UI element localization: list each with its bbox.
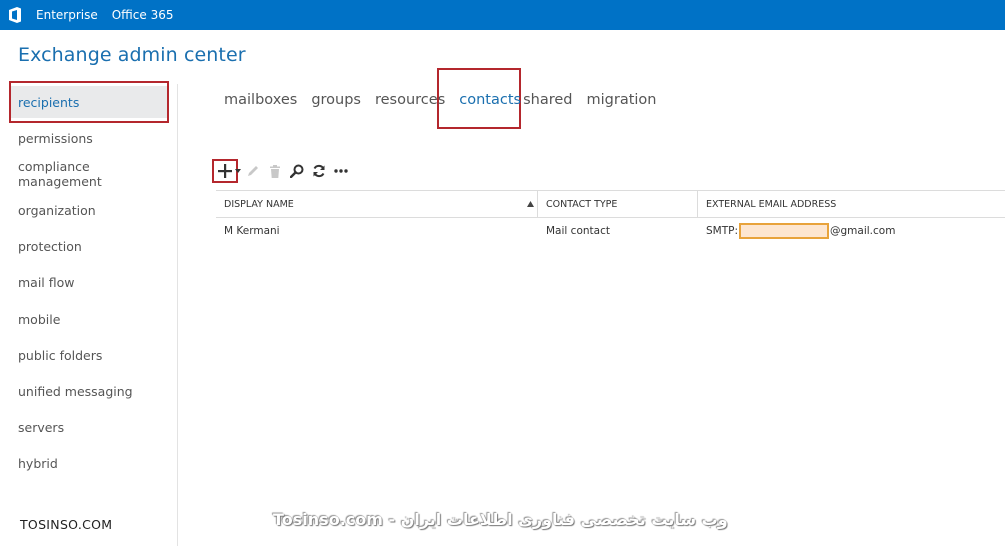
- add-icon: [218, 164, 232, 178]
- sidebar-item-mail-flow[interactable]: mail flow: [10, 266, 168, 298]
- column-display-name-label: DISPLAY NAME: [224, 198, 294, 210]
- tab-groups[interactable]: groups: [311, 92, 361, 112]
- email-prefix: SMTP:: [706, 225, 739, 237]
- column-display-name[interactable]: DISPLAY NAME: [216, 191, 538, 217]
- sidebar-item-protection[interactable]: protection: [10, 230, 168, 262]
- sidebar-item-unified-messaging[interactable]: unified messaging: [10, 375, 168, 407]
- search-icon: [290, 164, 304, 178]
- search-button[interactable]: [286, 160, 308, 182]
- watermark-left: TOSINSO.COM: [20, 517, 113, 532]
- add-dropdown-button[interactable]: [234, 160, 242, 182]
- tab-resources[interactable]: resources: [375, 92, 445, 112]
- highlight-recipients: [9, 81, 169, 123]
- more-button[interactable]: [330, 160, 352, 182]
- sort-ascending-icon: [527, 201, 534, 207]
- edit-icon: [248, 166, 258, 176]
- tab-contacts[interactable]: contacts: [459, 92, 521, 112]
- table-row[interactable]: M Kermani Mail contact SMTP: @gmail.com: [216, 218, 1005, 246]
- toolbar: [216, 160, 352, 182]
- cell-contact-type: Mail contact: [546, 225, 610, 237]
- delete-button[interactable]: [264, 160, 286, 182]
- sidebar-item-compliance-management[interactable]: compliance management: [10, 158, 168, 190]
- cell-display-name: M Kermani: [224, 225, 280, 237]
- sidebar-item-hybrid[interactable]: hybrid: [10, 447, 168, 479]
- sidebar: recipients permissions compliance manage…: [0, 84, 178, 546]
- tab-mailboxes[interactable]: mailboxes: [224, 92, 297, 112]
- column-external-email[interactable]: EXTERNAL EMAIL ADDRESS: [698, 191, 1005, 217]
- redacted-email-box: [739, 223, 830, 239]
- edit-button[interactable]: [242, 160, 264, 182]
- office365-link[interactable]: Office 365: [112, 8, 174, 22]
- dropdown-arrow-icon: [235, 169, 241, 173]
- email-suffix: @gmail.com: [830, 225, 896, 237]
- column-external-email-label: EXTERNAL EMAIL ADDRESS: [706, 198, 837, 210]
- delete-icon: [270, 164, 280, 178]
- sidebar-item-permissions[interactable]: permissions: [10, 122, 168, 154]
- tab-shared[interactable]: shared: [523, 92, 572, 112]
- sidebar-item-public-folders[interactable]: public folders: [10, 339, 168, 371]
- column-contact-type[interactable]: CONTACT TYPE: [538, 191, 698, 217]
- enterprise-link[interactable]: Enterprise: [36, 8, 98, 22]
- more-icon: [334, 169, 348, 173]
- contacts-table: DISPLAY NAME CONTACT TYPE EXTERNAL EMAIL…: [216, 190, 1005, 246]
- office-logo-icon[interactable]: [0, 0, 30, 30]
- add-button[interactable]: [216, 160, 234, 182]
- tab-bar: mailboxes groups resources contacts shar…: [224, 92, 670, 112]
- sidebar-item-mobile[interactable]: mobile: [10, 303, 168, 335]
- sidebar-item-organization[interactable]: organization: [10, 194, 168, 226]
- page-title: Exchange admin center: [18, 44, 246, 66]
- table-header: DISPLAY NAME CONTACT TYPE EXTERNAL EMAIL…: [216, 190, 1005, 218]
- column-contact-type-label: CONTACT TYPE: [546, 198, 618, 210]
- tab-migration[interactable]: migration: [587, 92, 657, 112]
- refresh-button[interactable]: [308, 160, 330, 182]
- refresh-icon: [313, 164, 325, 178]
- watermark-main: Tosinso.com - وب سایت تخصصی فناوری اطلاع…: [273, 510, 728, 529]
- top-bar: Enterprise Office 365: [0, 0, 1005, 30]
- sidebar-item-servers[interactable]: servers: [10, 411, 168, 443]
- cell-external-email: SMTP: @gmail.com: [698, 218, 1005, 244]
